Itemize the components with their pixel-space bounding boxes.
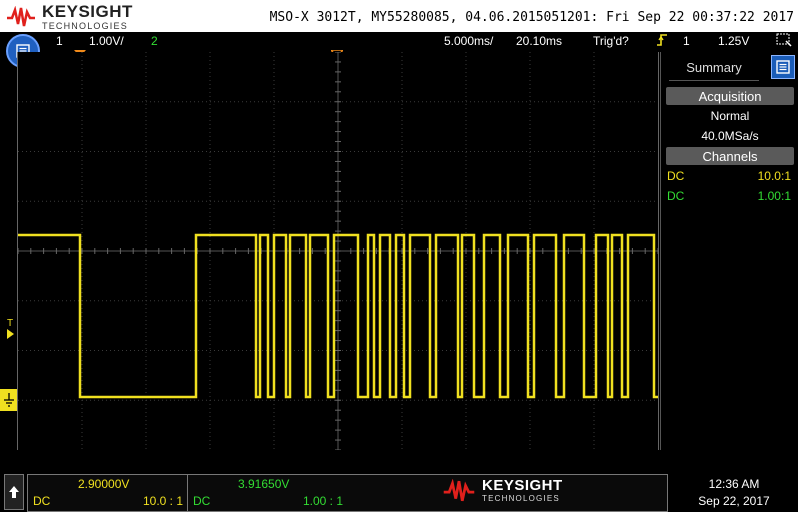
ch1-coupling-bottom: DC [33,494,51,508]
trigger-edge-icon[interactable] [656,33,668,50]
zoom-icon[interactable] [776,33,792,50]
up-arrow-icon [9,486,19,498]
trigger-level-label: T [7,318,14,329]
bottom-keysight-logo: KEYSIGHT TECHNOLOGIES [442,478,563,503]
ch1-value: 2.90000V [78,477,130,491]
clock-time: 12:36 AM [708,477,760,491]
ch2-coupling-bottom: DC [193,494,211,508]
trigger-source[interactable]: 1 [683,34,690,48]
clock-date: Sep 22, 2017 [698,494,770,508]
ch1-scale[interactable]: 1.00V/ [89,34,124,48]
panel-tab-icon[interactable] [771,55,795,79]
ch1-number[interactable]: 1 [56,34,63,48]
sample-rate: 40.0MSa/s [701,129,759,143]
channels-header[interactable]: Channels [666,147,794,165]
graticule [18,52,658,450]
acquisition-header[interactable]: Acquisition [666,87,794,105]
brand-sub: TECHNOLOGIES [42,21,128,31]
ch2-probe-bottom: 1.00 : 1 [302,494,343,508]
keysight-wave-logo-icon [443,478,475,501]
model-info: MSO-X 3012T, MY55280085, 04.06.201505120… [269,10,794,25]
ch1-probe-bottom: 10.0 : 1 [142,494,183,508]
ch2-info-box[interactable]: 3.91650V DC 1.00 : 1 [187,474,349,512]
clock: 12:36 AM Sep 22, 2017 [672,476,796,510]
brand-name: KEYSIGHT [42,2,133,21]
status-row: 1 1.00V/ 2 5.000ms/ 20.10ms Trig'd? 1 1.… [0,32,798,50]
ch1-ground-marker[interactable] [0,389,17,411]
side-panel: Summary Acquisition Normal 40.0MSa/s Cha… [660,52,798,450]
bottom-brand-sub: TECHNOLOGIES [482,494,560,503]
acquisition-mode: Normal [710,109,750,123]
bottom-brand-name: KEYSIGHT [482,477,563,494]
trigger-level[interactable]: 1.25V [718,34,749,48]
tab-summary[interactable]: Summary [669,54,759,81]
ch2-coupling: DC [667,189,685,203]
ch1-info-box[interactable]: 2.90000V DC 10.0 : 1 [27,474,189,512]
ch1-probe: 10.0:1 [757,169,791,183]
keysight-logo: KEYSIGHT TECHNOLOGIES [6,3,133,31]
delay[interactable]: 20.10ms [516,34,562,48]
ch2-probe: 1.00:1 [757,189,791,203]
trigger-level-marker[interactable]: T [7,318,15,339]
trigger-state: Trig'd? [593,34,629,48]
waveform-display[interactable] [17,52,659,450]
up-arrow-button[interactable] [4,474,24,510]
ch2-number[interactable]: 2 [151,34,158,48]
keysight-wave-logo-icon [7,6,35,27]
ground-icon [3,393,14,407]
timebase[interactable]: 5.000ms/ [444,34,493,48]
ch2-value: 3.91650V [238,477,290,491]
ch1-coupling: DC [667,169,685,183]
